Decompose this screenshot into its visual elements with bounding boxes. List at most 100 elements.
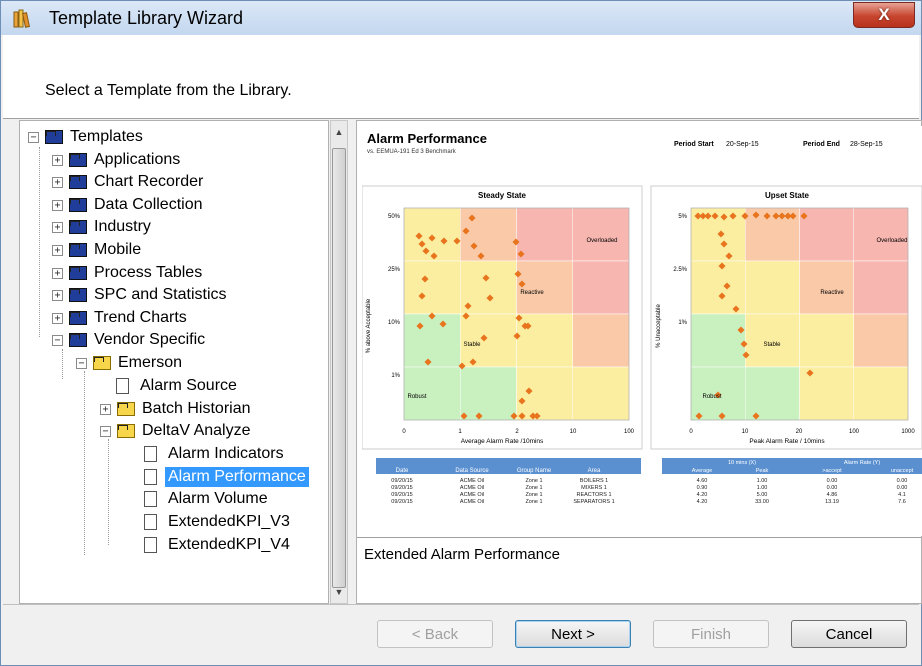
right-table-cell: 0.00 — [897, 485, 908, 491]
tree-item-alarm-indicators[interactable]: Alarm Indicators — [144, 443, 287, 465]
tree-item-extendedkpi-v3[interactable]: ExtendedKPI_V3 — [144, 511, 293, 533]
left-table-cell: Zone 1 — [525, 492, 542, 498]
right-table-cell: 4.60 — [697, 478, 708, 484]
folder-icon — [69, 333, 87, 347]
period-start-label: Period Start — [674, 141, 714, 148]
tree-item-chart-recorder[interactable]: + Chart Recorder — [52, 171, 206, 193]
folder-icon — [69, 288, 87, 302]
left-table-cell: 09/20/15 — [391, 485, 412, 491]
folder-icon — [69, 243, 87, 257]
right-table-cell: 5.00 — [757, 492, 768, 498]
tree-item-data-collection[interactable]: + Data Collection — [52, 194, 206, 216]
tree-item-process-tables[interactable]: + Process Tables — [52, 262, 205, 284]
tree-item-spc-statistics[interactable]: + SPC and Statistics — [52, 284, 230, 306]
left-xtick-0: 0 — [402, 429, 406, 435]
library-icon — [13, 8, 35, 28]
right-table-cell: 1.00 — [757, 478, 768, 484]
left-zone-reactive: Reactive — [520, 290, 544, 296]
tree-item-batch-historian[interactable]: + Batch Historian — [100, 398, 254, 420]
back-button[interactable]: < Back — [377, 620, 493, 648]
right-chart-xlabel: Peak Alarm Rate / 10mins — [749, 438, 825, 445]
right-xtick-4: 1000 — [901, 429, 915, 435]
right-ytick-2: 1% — [678, 320, 687, 326]
window-title: Template Library Wizard — [49, 7, 244, 28]
collapse-icon[interactable]: − — [76, 357, 87, 369]
instruction-text: Select a Template from the Library. — [45, 82, 292, 99]
wizard-window: Template Library Wizard X Select a Templ… — [0, 0, 922, 666]
collapse-icon[interactable]: − — [52, 334, 63, 346]
left-chart-zone-cell — [516, 207, 573, 262]
tree-item-vendor-specific[interactable]: − Vendor Specific — [52, 329, 208, 351]
scroll-thumb[interactable] — [332, 148, 346, 588]
tree-item-applications[interactable]: + Applications — [52, 149, 183, 171]
left-chart-zone-cell — [572, 207, 630, 262]
left-chart-title: Steady State — [478, 191, 527, 200]
right-zone-overloaded: Overloaded — [876, 238, 907, 244]
right-ytick-0: 5% — [678, 214, 687, 220]
tree-item-extendedkpi-v4[interactable]: ExtendedKPI_V4 — [144, 534, 293, 556]
left-table-cell: SEPARATORS 1 — [573, 499, 614, 505]
collapse-icon[interactable]: − — [28, 131, 39, 143]
tree-item-trend-charts[interactable]: + Trend Charts — [52, 307, 190, 329]
tree-item-alarm-source[interactable]: Alarm Source — [116, 375, 240, 397]
scroll-down-arrow-icon[interactable]: ▼ — [333, 587, 345, 597]
finish-button[interactable]: Finish — [653, 620, 769, 648]
left-table-cell: Zone 1 — [525, 499, 542, 505]
tree-item-alarm-volume[interactable]: Alarm Volume — [144, 488, 271, 510]
expand-icon[interactable]: + — [52, 154, 63, 166]
left-ytick-1: 25% — [388, 267, 401, 273]
tree-item-alarm-performance[interactable]: Alarm Performance — [144, 466, 309, 488]
right-zone-reactive: Reactive — [820, 290, 844, 296]
right-chart-zone-cell — [690, 313, 746, 368]
left-data-table: Date Data Source Group Name Area 09/20/1… — [376, 458, 641, 505]
close-icon: X — [878, 5, 890, 24]
expand-icon[interactable]: + — [52, 267, 63, 279]
folder-icon — [69, 220, 87, 234]
left-chart-zone-cell — [403, 207, 461, 262]
right-table-cell: 4.86 — [827, 492, 838, 498]
tree-connector — [84, 371, 85, 555]
expand-icon[interactable]: + — [100, 403, 111, 415]
tree-item-mobile[interactable]: + Mobile — [52, 239, 144, 261]
scroll-up-arrow-icon[interactable]: ▲ — [333, 127, 345, 137]
right-table-cell: 1.00 — [757, 485, 768, 491]
svg-text:>accept: >accept — [822, 468, 842, 474]
folder-icon — [69, 175, 87, 189]
tree-item-deltav-analyze[interactable]: − DeltaV Analyze — [100, 420, 254, 442]
left-chart-zone-cell — [460, 207, 517, 262]
preview-divider — [357, 537, 921, 538]
right-chart-zone-cell — [745, 260, 800, 315]
tree-connector — [108, 439, 109, 545]
tree-scrollbar[interactable]: ▲ ▼ — [330, 120, 348, 604]
title-bar: Template Library Wizard X — [1, 1, 921, 35]
close-button[interactable]: X — [853, 2, 915, 28]
tree-item-industry[interactable]: + Industry — [52, 216, 154, 238]
svg-text:unaccept: unaccept — [891, 468, 914, 474]
right-xtick-1: 10 — [742, 429, 749, 435]
left-table-cell: ACME Oil — [460, 485, 484, 491]
collapse-icon[interactable]: − — [100, 425, 111, 437]
expand-icon[interactable]: + — [52, 312, 63, 324]
right-chart-zone-cell — [853, 313, 909, 368]
document-icon — [144, 491, 157, 507]
expand-icon[interactable]: + — [52, 176, 63, 188]
tree-item-emerson[interactable]: − Emerson — [76, 352, 185, 374]
right-xtick-2: 20 — [796, 429, 803, 435]
tree-item-templates[interactable]: − Templates — [28, 126, 146, 148]
cancel-button[interactable]: Cancel — [791, 620, 907, 648]
right-chart-zone-cell — [799, 260, 854, 315]
expand-icon[interactable]: + — [52, 199, 63, 211]
svg-text:Area: Area — [588, 468, 601, 474]
right-chart-title: Upset State — [765, 191, 810, 200]
expand-icon[interactable]: + — [52, 244, 63, 256]
expand-icon[interactable]: + — [52, 221, 63, 233]
left-zone-robust: Robust — [407, 394, 426, 400]
left-ytick-2: 10% — [388, 320, 401, 326]
right-chart-zone-cell — [799, 313, 854, 368]
folder-icon — [117, 424, 135, 438]
expand-icon[interactable]: + — [52, 289, 63, 301]
left-xtick-3: 10 — [570, 429, 577, 435]
right-zone-robust: Robust — [702, 394, 721, 400]
left-chart-zone-cell — [516, 313, 573, 368]
next-button[interactable]: Next > — [515, 620, 631, 648]
